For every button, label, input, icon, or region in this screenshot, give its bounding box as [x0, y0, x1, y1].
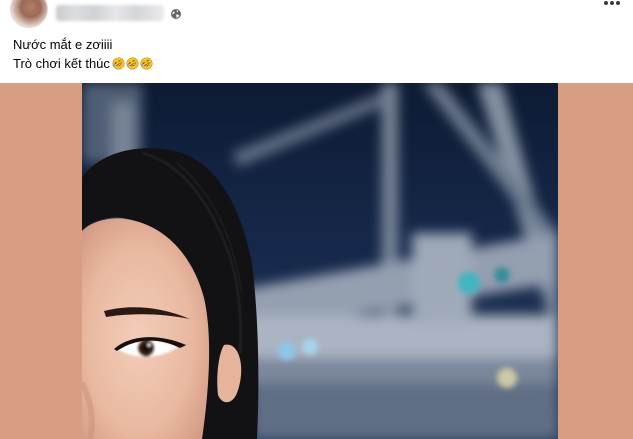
- globe-icon[interactable]: [170, 8, 182, 20]
- rolling-on-floor-laughing-icon: [126, 57, 139, 70]
- caption-line-2: Trò chơi kết thúc: [13, 54, 153, 73]
- post-header: [0, 0, 633, 28]
- rolling-on-floor-laughing-icon: [140, 57, 153, 70]
- emoji-group: [112, 57, 153, 70]
- facebook-post: Nước mắt e zơiiii Trò chơi kết thúc: [0, 0, 633, 439]
- video-frame-image: [82, 83, 558, 439]
- video-frame[interactable]: [82, 83, 558, 439]
- author-avatar[interactable]: [10, 0, 48, 28]
- post-caption: Nước mắt e zơiiii Trò chơi kết thúc: [13, 35, 153, 73]
- rolling-on-floor-laughing-icon: [112, 57, 125, 70]
- caption-line-1: Nước mắt e zơiiii: [13, 35, 153, 54]
- caption-text: Trò chơi kết thúc: [13, 56, 110, 71]
- caption-text: Nước mắt e zơiiii: [13, 37, 113, 52]
- author-name-redacted[interactable]: [56, 5, 164, 21]
- post-video[interactable]: [0, 83, 633, 439]
- more-horizontal-icon[interactable]: [603, 0, 621, 8]
